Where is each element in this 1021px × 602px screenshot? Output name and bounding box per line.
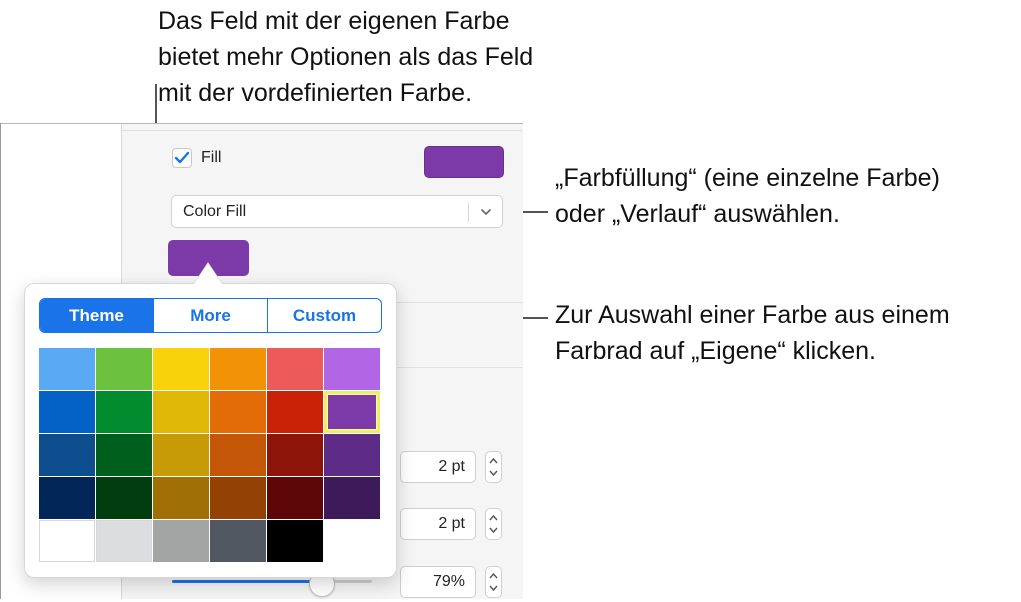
fill-color-well[interactable] xyxy=(424,146,504,178)
callout-fill-line-1: „Farbfüllung“ (eine einzelne Farbe) xyxy=(555,164,940,192)
color-swatch[interactable] xyxy=(39,348,95,390)
color-swatch[interactable] xyxy=(153,520,209,562)
tab-custom[interactable]: Custom xyxy=(267,299,381,332)
window-left-border xyxy=(0,123,1,599)
callout-top-line-1: Das Feld mit der eigenen Farbe xyxy=(158,7,510,35)
color-swatch[interactable] xyxy=(96,520,152,562)
opacity-slider-fill xyxy=(172,580,312,583)
fill-type-value: Color Fill xyxy=(183,203,247,220)
checkmark-icon xyxy=(174,151,190,164)
callout-top-line-2: bietet mehr Optionen als das Feld xyxy=(158,43,534,71)
color-swatch[interactable] xyxy=(210,391,266,433)
color-swatch[interactable] xyxy=(96,477,152,519)
tab-more[interactable]: More xyxy=(153,299,267,332)
up-down-arrows-icon xyxy=(489,514,498,534)
stepper-field-1[interactable]: 2 pt xyxy=(400,451,476,483)
fill-checkbox-row[interactable]: Fill xyxy=(172,148,221,168)
color-swatch[interactable] xyxy=(39,477,95,519)
color-swatch[interactable] xyxy=(96,391,152,433)
color-swatch[interactable] xyxy=(324,477,380,519)
chevron-down-icon xyxy=(481,209,491,215)
fill-type-select[interactable]: Color Fill xyxy=(171,195,503,228)
select-separator xyxy=(468,203,469,222)
color-swatch[interactable] xyxy=(267,348,323,390)
fill-checkbox[interactable] xyxy=(172,148,192,168)
stepper-arrows-3[interactable] xyxy=(485,566,502,598)
callout-custom-color: Das Feld mit der eigenen Farbe bietet me… xyxy=(158,3,533,111)
color-swatch[interactable] xyxy=(39,434,95,476)
callout-fill-type: „Farbfüllung“ (eine einzelne Farbe) oder… xyxy=(555,160,940,232)
color-swatch[interactable] xyxy=(210,477,266,519)
callout-custom-tab: Zur Auswahl einer Farbe aus einem Farbra… xyxy=(555,297,950,369)
tab-theme[interactable]: Theme xyxy=(40,299,153,332)
color-swatch[interactable] xyxy=(267,434,323,476)
color-swatch[interactable] xyxy=(267,391,323,433)
color-swatch[interactable] xyxy=(153,391,209,433)
color-swatch[interactable] xyxy=(324,434,380,476)
color-swatch[interactable] xyxy=(153,434,209,476)
stepper-arrows-1[interactable] xyxy=(485,451,502,483)
color-swatch[interactable] xyxy=(39,520,95,562)
color-swatch[interactable] xyxy=(153,348,209,390)
color-swatch[interactable] xyxy=(267,520,323,562)
stepper-field-2[interactable]: 2 pt xyxy=(400,508,476,540)
fill-label: Fill xyxy=(201,149,222,166)
empty-swatch-slot xyxy=(324,520,380,562)
color-swatch[interactable] xyxy=(39,391,95,433)
color-swatch[interactable] xyxy=(324,348,380,390)
color-swatch[interactable] xyxy=(210,434,266,476)
sidebar-divider xyxy=(122,130,523,131)
color-swatch-grid xyxy=(39,348,380,562)
up-down-arrows-icon xyxy=(489,572,498,592)
callout-top-line-3: mit der vordefinierten Farbe. xyxy=(158,79,473,107)
color-swatch[interactable] xyxy=(210,520,266,562)
palette-segmented-control: Theme More Custom xyxy=(39,298,382,333)
callout-custom-line-2: Farbrad auf „Eigene“ klicken. xyxy=(555,337,876,365)
color-swatch[interactable] xyxy=(153,477,209,519)
popover-arrow xyxy=(194,263,222,284)
up-down-arrows-icon xyxy=(489,457,498,477)
callout-fill-line-2: oder „Verlauf“ auswählen. xyxy=(555,200,840,228)
stepper-arrows-2[interactable] xyxy=(485,508,502,540)
callout-custom-line-1: Zur Auswahl einer Farbe aus einem xyxy=(555,301,950,329)
color-swatch[interactable] xyxy=(210,348,266,390)
color-swatch[interactable] xyxy=(324,391,380,433)
stepper-field-3[interactable]: 79% xyxy=(400,566,476,598)
color-swatch[interactable] xyxy=(96,348,152,390)
color-swatch[interactable] xyxy=(267,477,323,519)
color-swatch[interactable] xyxy=(96,434,152,476)
